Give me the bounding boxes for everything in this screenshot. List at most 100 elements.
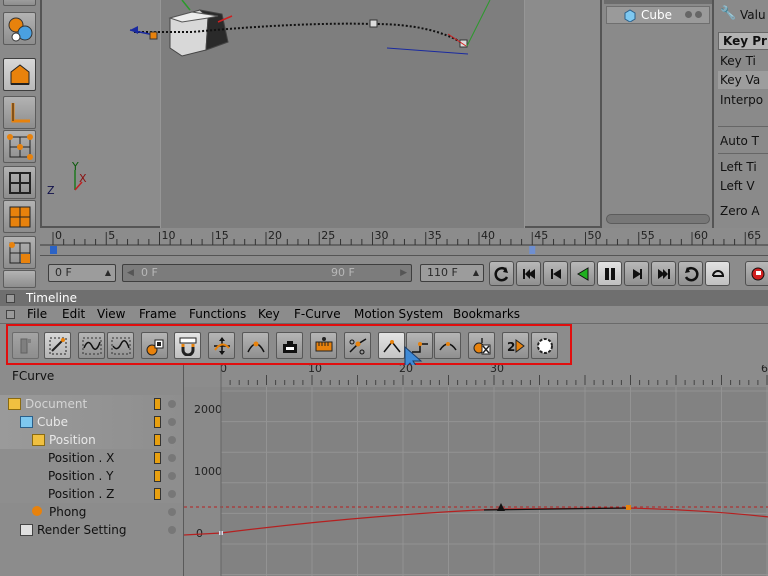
3d-viewport[interactable]: Y X Z [40, 0, 600, 228]
end-frame-field[interactable]: 110 F ▲ [420, 264, 484, 282]
loop-back-icon[interactable] [489, 261, 514, 286]
graph-time-label: 30 [490, 365, 504, 375]
fcurve-line[interactable] [184, 507, 768, 536]
object-manager-scrollbar[interactable] [606, 214, 710, 224]
track-enable-dot-icon[interactable] [168, 436, 176, 444]
edges-tool-icon[interactable] [3, 166, 36, 199]
frame-ruler[interactable]: 0 5 10 15 20 25 30 35 40 45 50 55 60 65 [40, 228, 768, 256]
window-menu-icon[interactable] [6, 294, 15, 303]
tree-row[interactable]: Position . X [0, 449, 183, 467]
folder-icon [32, 434, 45, 446]
track-enable-dot-icon[interactable] [168, 490, 176, 498]
ruler-tick-label: 25 [321, 229, 336, 242]
menu-bookmarks[interactable]: Bookmarks [453, 307, 520, 321]
menu-motion-system[interactable]: Motion System [354, 307, 443, 321]
tree-row-label: Render Setting [37, 523, 127, 537]
axis-x-label: X [79, 172, 87, 185]
polygons-tool-icon[interactable] [3, 200, 36, 233]
menu-functions[interactable]: Functions [189, 307, 246, 321]
attr-tab[interactable]: Key Pr [718, 32, 768, 50]
track-enable-dot-icon[interactable] [168, 472, 176, 480]
menu-edit[interactable]: Edit [62, 307, 85, 321]
menu-fcurve[interactable]: F-Curve [294, 307, 341, 321]
camera-world-icon[interactable] [3, 12, 36, 45]
ruler-tick-label: 30 [374, 229, 389, 242]
ruler-tick-label: 50 [587, 229, 602, 242]
play-backward-icon[interactable] [570, 261, 595, 286]
attr-left-time: Left Ti [720, 160, 757, 174]
key-track-icon[interactable] [154, 416, 161, 428]
go-to-end-icon[interactable] [651, 261, 676, 286]
ruler-tick-label: 5 [108, 229, 116, 242]
render-dot-icon[interactable] [695, 11, 702, 18]
range-left-arrow-icon[interactable]: ◀ [127, 265, 134, 281]
next-frame-icon[interactable] [624, 261, 649, 286]
stepper-icon[interactable]: ▲ [473, 265, 479, 281]
tree-row[interactable]: Render Setting [0, 521, 183, 539]
tree-row[interactable]: Phong [0, 503, 183, 521]
model-tool-icon[interactable] [3, 58, 36, 91]
object-manager: Cube [600, 0, 712, 228]
loop-forward-icon[interactable] [678, 261, 703, 286]
pause-icon[interactable] [597, 261, 622, 286]
prev-key-icon[interactable] [543, 261, 568, 286]
menu-view[interactable]: View [97, 307, 125, 321]
ruler-tick-label: 15 [214, 229, 229, 242]
graph-time-label: 20 [399, 365, 413, 375]
track-enable-dot-icon[interactable] [168, 526, 176, 534]
texture-tool-icon[interactable] [3, 270, 36, 288]
keyframe-point[interactable] [626, 505, 631, 510]
key-track-icon[interactable] [154, 488, 161, 500]
visibility-dot-icon[interactable] [685, 11, 692, 18]
key-track-icon[interactable] [154, 398, 161, 410]
fcurve-graph[interactable]: 010203060200010000 [183, 365, 768, 576]
object-row-cube[interactable]: Cube [606, 6, 710, 24]
record-key-icon[interactable] [745, 261, 768, 286]
tree-row[interactable]: Position . Y [0, 467, 183, 485]
key-track-icon[interactable] [154, 434, 161, 446]
key-track-icon[interactable] [154, 452, 161, 464]
tree-row-label: Cube [37, 415, 68, 429]
loop-mode-icon[interactable] [705, 261, 730, 286]
wrench-icon[interactable]: 🔧 [720, 6, 736, 21]
menu-key[interactable]: Key [258, 307, 280, 321]
attr-key-time: Key Ti [720, 54, 756, 68]
track-enable-dot-icon[interactable] [168, 454, 176, 462]
tree-row[interactable]: Position . Z [0, 485, 183, 503]
uv-tool-icon[interactable] [3, 236, 36, 269]
points-tool-icon[interactable] [3, 130, 36, 163]
palette-tool-top[interactable] [3, 0, 36, 6]
go-to-start-icon[interactable] [516, 261, 541, 286]
frame-range-slider[interactable]: ◀ 0 F 90 F ▶ [122, 264, 412, 282]
ruler-tick-label: 55 [640, 229, 655, 242]
timeline-window-titlebar[interactable]: Timeline [0, 290, 768, 306]
tree-row-label: Position [49, 433, 96, 447]
tree-row[interactable]: Position [0, 431, 183, 449]
attr-zero-angle: Zero A [720, 204, 760, 218]
timeline-tree: FCurve Document Cube Position Position . X P… [0, 365, 183, 576]
graph-time-label: 60 [761, 365, 768, 375]
menu-file[interactable]: File [27, 307, 47, 321]
playhead-marker[interactable] [50, 246, 57, 254]
menu-pin-icon[interactable] [6, 310, 15, 319]
attribute-manager: 🔧 Valu Key Pr Key Ti Key Va Interpo Auto… [712, 0, 768, 228]
keyframe-marker[interactable] [529, 246, 536, 254]
tree-row[interactable]: Cube [0, 413, 183, 431]
range-right-arrow-icon[interactable]: ▶ [400, 265, 407, 281]
stepper-icon[interactable]: ▲ [105, 265, 111, 281]
track-enable-dot-icon[interactable] [168, 508, 176, 516]
cube-icon [624, 9, 636, 22]
axis-tool-icon[interactable] [3, 96, 36, 129]
track-enable-dot-icon[interactable] [168, 418, 176, 426]
track-enable-dot-icon[interactable] [168, 400, 176, 408]
tree-row-label: Phong [49, 505, 87, 519]
object-name: Cube [641, 8, 672, 22]
attr-left-value: Left V [720, 179, 755, 193]
tree-row[interactable]: Document [0, 395, 183, 413]
tree-row-label: Position . X [48, 451, 115, 465]
fcurve-canvas[interactable]: 010203060200010000 [184, 365, 768, 576]
menu-frame[interactable]: Frame [139, 307, 176, 321]
key-track-icon[interactable] [154, 470, 161, 482]
start-frame-field[interactable]: 0 F ▲ [48, 264, 116, 282]
transport-bar: 0 F ▲ ◀ 0 F 90 F ▶ 110 F ▲ [40, 256, 768, 290]
